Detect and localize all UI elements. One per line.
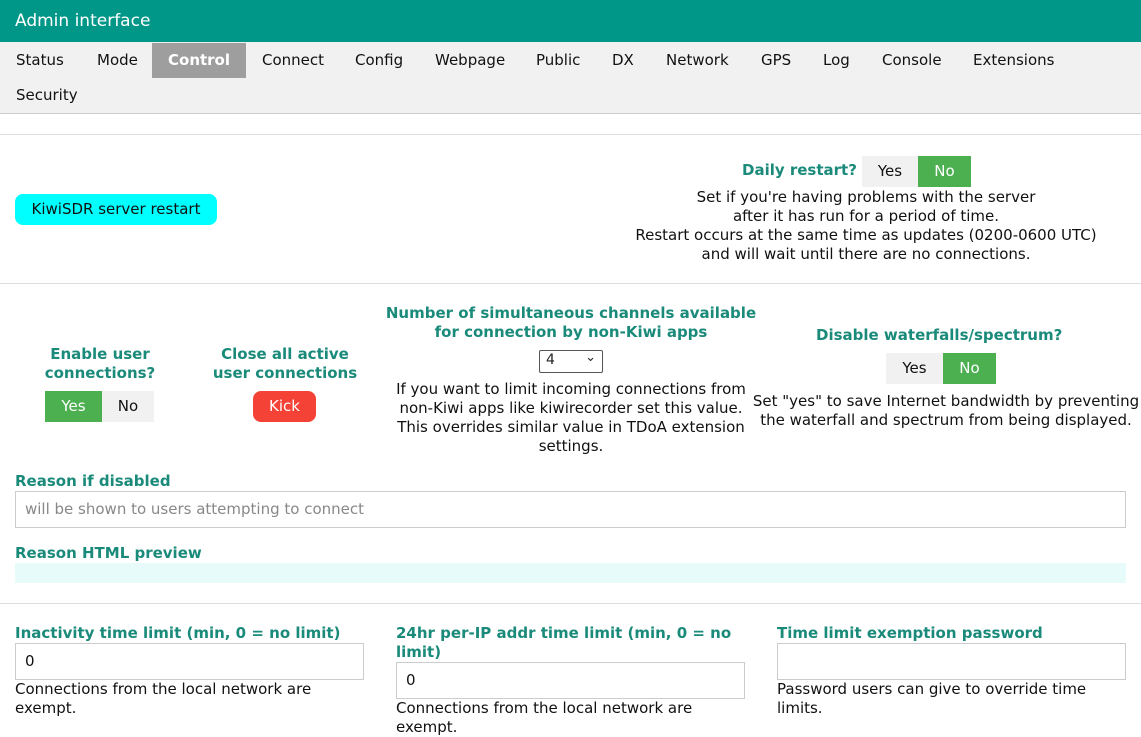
reason-placeholder: will be shown to users attempting to con… <box>25 500 365 518</box>
tab-public[interactable]: Public <box>520 43 596 78</box>
label-line: Number of simultaneous channels availabl… <box>385 304 757 322</box>
tab-log[interactable]: Log <box>807 43 866 78</box>
tab-connect[interactable]: Connect <box>246 43 340 78</box>
divider <box>0 603 1141 604</box>
tab-extensions[interactable]: Extensions <box>957 43 1070 78</box>
tab-webpage[interactable]: Webpage <box>419 43 521 78</box>
daily-restart-yes[interactable]: Yes <box>862 156 918 187</box>
page-title: Admin interface <box>15 11 151 31</box>
tab-control[interactable]: Control <box>152 43 246 78</box>
label-line: Enable user <box>50 345 150 363</box>
label-line: user connections <box>212 364 358 382</box>
ip-limit-input[interactable]: 0 <box>396 662 745 699</box>
enable-connections-yes[interactable]: Yes <box>45 391 102 422</box>
label-line: Close all active <box>221 345 349 363</box>
close-connections-label: Close all active user connections <box>205 345 365 383</box>
desc-line: exempt. <box>15 699 77 717</box>
desc-line: If you want to limit incoming connection… <box>396 380 746 398</box>
tab-network[interactable]: Network <box>650 43 745 78</box>
divider <box>0 134 1141 135</box>
disable-waterfall-description: Set "yes" to save Internet bandwidth by … <box>751 392 1141 430</box>
disable-waterfall-no[interactable]: No <box>943 353 996 384</box>
disable-waterfall-label: Disable waterfalls/spectrum? <box>816 326 1063 344</box>
reason-label: Reason if disabled <box>15 472 171 490</box>
tab-security[interactable]: Security <box>0 78 94 113</box>
inactivity-limit-input[interactable]: 0 <box>15 643 364 680</box>
desc-line: Connections from the local network are <box>396 699 693 717</box>
daily-restart-label: Daily restart? <box>742 161 857 179</box>
desc-line: Password users can give to override time <box>777 680 1087 698</box>
tab-config[interactable]: Config <box>339 43 419 78</box>
enable-connections-no[interactable]: No <box>102 391 154 422</box>
channels-select-value: 4 <box>546 352 555 368</box>
tab-mode[interactable]: Mode <box>81 43 154 78</box>
desc-line: exempt. <box>396 718 458 736</box>
kick-button[interactable]: Kick <box>253 391 316 422</box>
tab-status[interactable]: Status <box>0 43 80 78</box>
daily-restart-no[interactable]: No <box>918 156 971 187</box>
inactivity-limit-label: Inactivity time limit (min, 0 = no limit… <box>15 624 341 642</box>
server-restart-button[interactable]: KiwiSDR server restart <box>15 194 217 225</box>
label-line: for connection by non-Kiwi apps <box>434 323 708 341</box>
exemption-password-label: Time limit exemption password <box>777 624 1043 642</box>
desc-line: limits. <box>777 699 823 717</box>
ip-limit-label: 24hr per-IP addr time limit (min, 0 = no… <box>396 624 756 662</box>
desc-line: after it has run for a period of time. <box>732 207 1000 225</box>
ip-limit-value: 0 <box>406 671 416 689</box>
label-line: limit) <box>396 643 442 661</box>
desc-line: Set if you're having problems with the s… <box>696 188 1036 206</box>
inactivity-limit-value: 0 <box>25 652 35 670</box>
desc-line: Connections from the local network are <box>15 680 312 698</box>
label-line: connections? <box>44 364 156 382</box>
chevron-down-icon: ⌄ <box>585 350 596 365</box>
disable-waterfall-yes[interactable]: Yes <box>886 353 943 384</box>
inactivity-limit-description: Connections from the local network are e… <box>15 680 355 718</box>
divider <box>0 283 1141 284</box>
exemption-password-description: Password users can give to override time… <box>777 680 1117 718</box>
label-line: 24hr per-IP addr time limit (min, 0 = no <box>396 624 732 642</box>
desc-line: and will wait until there are no connect… <box>701 245 1031 263</box>
reason-preview <box>15 563 1126 583</box>
enable-connections-label: Enable user connections? <box>30 345 170 383</box>
desc-line: non-Kiwi apps like kiwirecorder set this… <box>399 399 743 417</box>
reason-preview-label: Reason HTML preview <box>15 544 202 562</box>
desc-line: This overrides similar value in TDoA ext… <box>397 418 745 436</box>
ip-limit-description: Connections from the local network are e… <box>396 699 736 737</box>
header-bar: Admin interface <box>0 0 1141 42</box>
channels-select[interactable]: 4 ⌄ <box>539 350 603 373</box>
desc-line: Restart occurs at the same time as updat… <box>635 226 1097 244</box>
reason-input[interactable]: will be shown to users attempting to con… <box>15 491 1126 528</box>
tab-bar: Status Mode Control Connect Config Webpa… <box>0 42 1141 114</box>
daily-restart-description: Set if you're having problems with the s… <box>596 188 1136 264</box>
tab-console[interactable]: Console <box>866 43 958 78</box>
desc-line: the waterfall and spectrum from being di… <box>760 411 1132 429</box>
channels-description: If you want to limit incoming connection… <box>381 380 761 456</box>
channels-label: Number of simultaneous channels availabl… <box>381 304 761 342</box>
exemption-password-input[interactable] <box>777 643 1126 680</box>
tab-gps[interactable]: GPS <box>745 43 807 78</box>
desc-line: settings. <box>538 437 604 455</box>
tab-dx[interactable]: DX <box>596 43 650 78</box>
desc-line: Set "yes" to save Internet bandwidth by … <box>752 392 1140 410</box>
